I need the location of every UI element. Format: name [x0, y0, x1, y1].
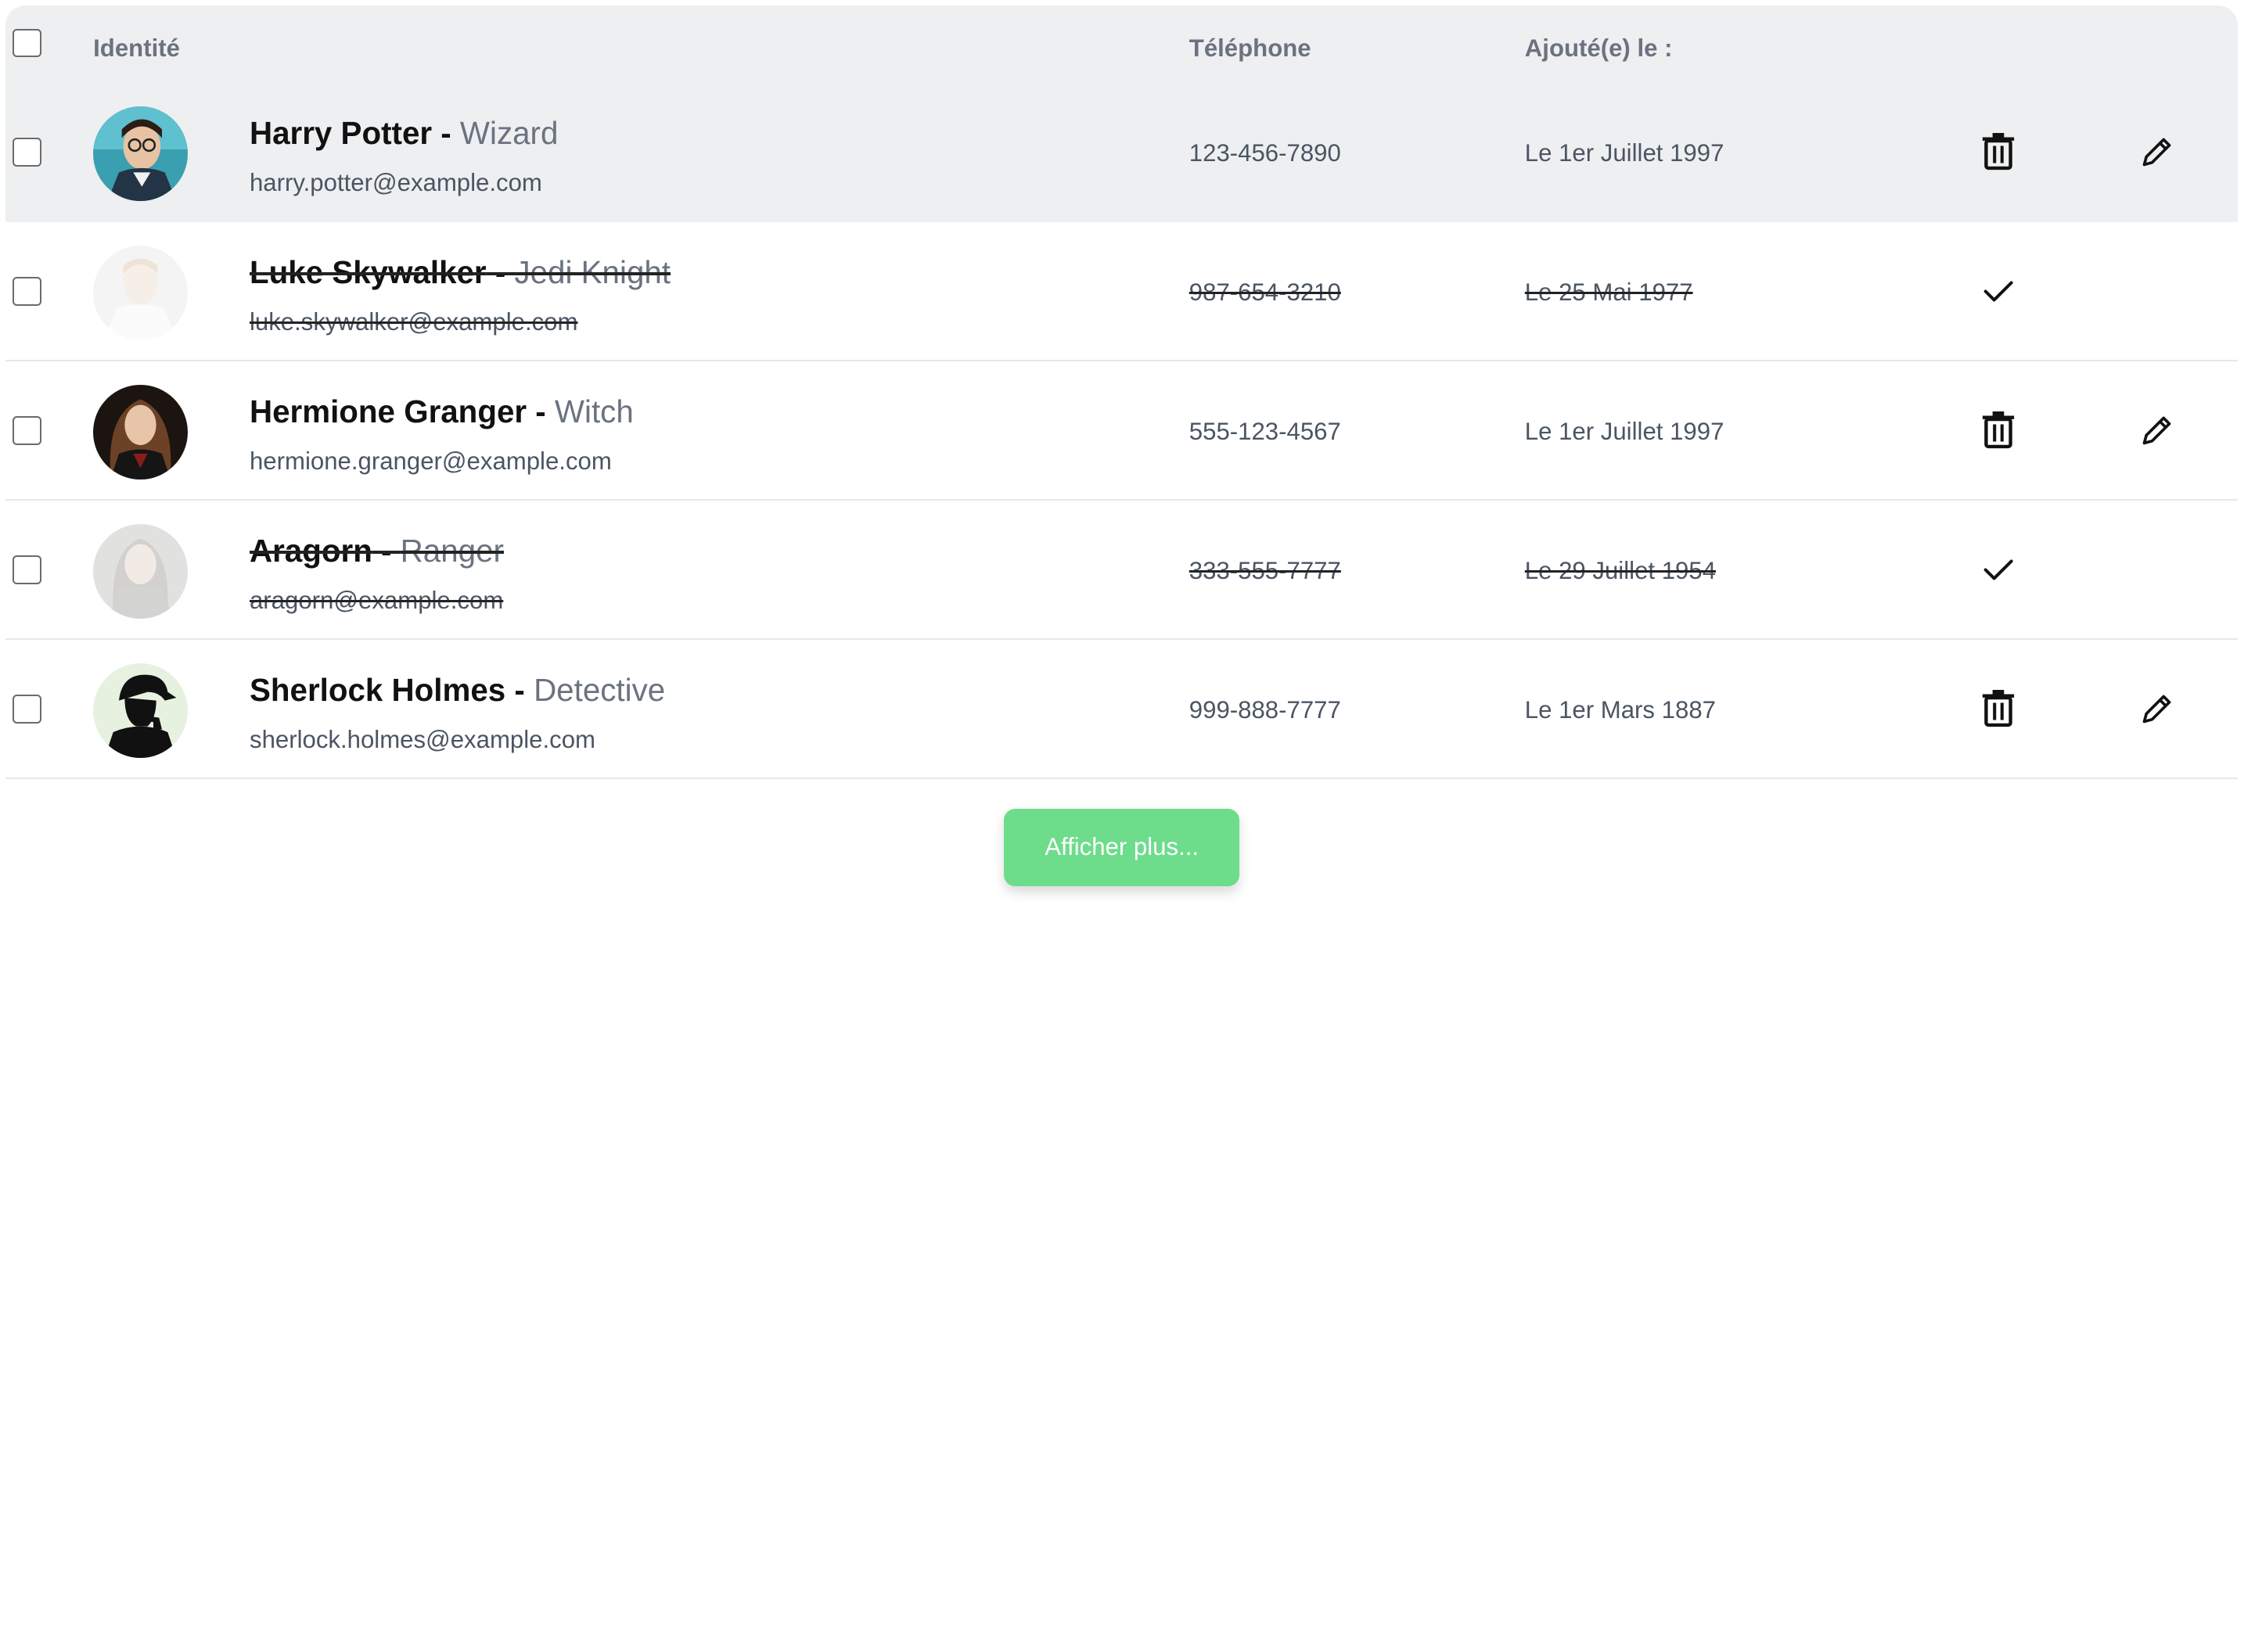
check-icon	[1983, 559, 2013, 580]
delete-button[interactable]	[1975, 686, 2021, 732]
contact-added-date: Le 1er Mars 1887	[1524, 695, 1716, 724]
contact-phone: 999-888-7777	[1189, 695, 1341, 724]
contact-name: Luke Skywalker - Jedi Knight	[249, 253, 671, 290]
row-checkbox[interactable]	[13, 555, 42, 584]
sherlock-holmes-avatar	[93, 663, 189, 758]
contact-phone: 123-456-7890	[1189, 138, 1341, 167]
pencil-icon	[2142, 695, 2171, 724]
contact-email: sherlock.holmes@example.com	[249, 726, 595, 754]
contact-added-date: Le 29 Juillet 1954	[1524, 556, 1717, 584]
contact-email: aragorn@example.com	[249, 587, 504, 615]
edit-button[interactable]	[2134, 408, 2181, 454]
row-checkbox[interactable]	[13, 137, 42, 167]
contact-email: hermione.granger@example.com	[249, 447, 612, 476]
restore-button[interactable]	[1975, 547, 2021, 593]
contact-phone: 555-123-4567	[1189, 417, 1341, 445]
contact-added-date: Le 1er Juillet 1997	[1524, 138, 1724, 167]
contact-added-date: Le 25 Mai 1977	[1524, 278, 1693, 306]
delete-button[interactable]	[1975, 408, 2021, 454]
edit-button[interactable]	[2134, 129, 2181, 175]
trash-icon	[1982, 411, 2014, 449]
row-checkbox[interactable]	[13, 415, 42, 445]
contacts-table: Identité Téléphone Ajouté(e) le : Harry	[5, 5, 2238, 780]
pencil-icon	[2142, 138, 2171, 167]
row-checkbox[interactable]	[13, 694, 42, 724]
hermione-granger-avatar	[93, 384, 189, 479]
harry-potter-avatar	[93, 106, 189, 201]
contacts-page: Identité Téléphone Ajouté(e) le : Harry	[0, 0, 2243, 900]
contact-phone: 333-555-7777	[1189, 556, 1341, 584]
row-checkbox[interactable]	[13, 276, 42, 306]
header-phone: Téléphone	[1189, 34, 1311, 62]
trash-icon	[1982, 690, 2014, 727]
table-row[interactable]: Luke Skywalker - Jedi Knight luke.skywal…	[5, 222, 2238, 362]
contact-name: Aragorn - Ranger	[249, 532, 504, 569]
contact-email: harry.potter@example.com	[249, 169, 542, 197]
contact-name: Harry Potter - Wizard	[249, 114, 559, 151]
contact-added-date: Le 1er Juillet 1997	[1524, 417, 1724, 445]
trash-icon	[1982, 133, 2014, 171]
table-row[interactable]: Sherlock Holmes - Detective sherlock.hol…	[5, 640, 2238, 780]
aragorn-avatar	[93, 523, 189, 619]
contact-name: Sherlock Holmes - Detective	[249, 671, 666, 708]
select-all-checkbox[interactable]	[13, 28, 42, 58]
header-identity: Identité	[93, 34, 180, 62]
contact-name: Hermione Granger - Witch	[249, 393, 634, 429]
pencil-icon	[2142, 416, 2171, 445]
contact-phone: 987-654-3210	[1189, 278, 1341, 306]
table-row[interactable]: Aragorn - Ranger aragorn@example.com 333…	[5, 501, 2238, 641]
table-row[interactable]: Hermione Granger - Witch hermione.grange…	[5, 361, 2238, 501]
table-header: Identité Téléphone Ajouté(e) le :	[5, 5, 2238, 84]
luke-skywalker-avatar	[93, 245, 189, 340]
delete-button[interactable]	[1975, 129, 2021, 175]
restore-button[interactable]	[1975, 268, 2021, 314]
table-row[interactable]: Harry Potter - Wizard harry.potter@examp…	[5, 83, 2238, 223]
show-more-button[interactable]: Afficher plus...	[1004, 808, 1239, 886]
contact-email: luke.skywalker@example.com	[249, 308, 578, 336]
header-added: Ajouté(e) le :	[1524, 34, 1673, 62]
edit-button[interactable]	[2134, 686, 2181, 732]
check-icon	[1983, 281, 2013, 302]
